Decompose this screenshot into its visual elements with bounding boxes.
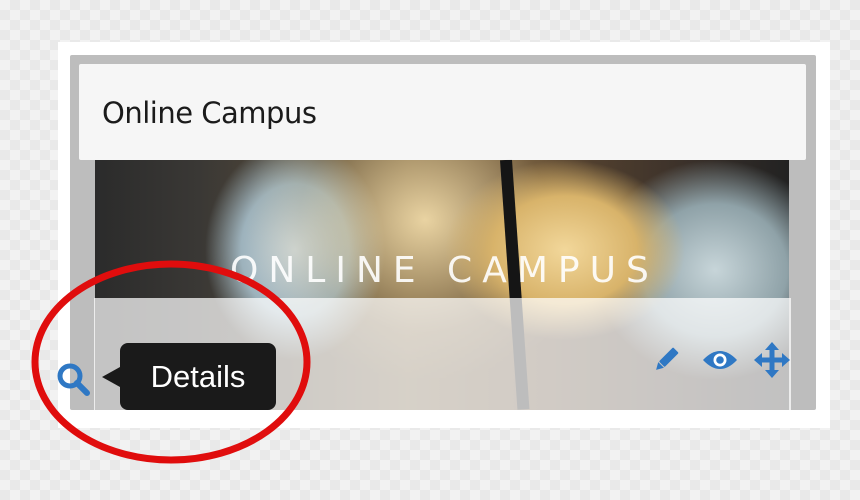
details-button[interactable] [52,358,96,402]
tooltip-label: Details [150,358,246,394]
move-arrows-icon [754,342,790,378]
move-button[interactable] [752,340,792,380]
edit-button[interactable] [646,342,686,378]
pencil-icon [649,343,683,377]
course-title[interactable]: Online Campus [102,96,317,130]
banner-overlay-text: ONLINE CAMPUS [230,250,659,291]
search-icon [54,360,94,400]
view-button[interactable] [698,342,742,378]
details-tooltip: Details [102,343,276,410]
eye-icon [701,347,739,373]
